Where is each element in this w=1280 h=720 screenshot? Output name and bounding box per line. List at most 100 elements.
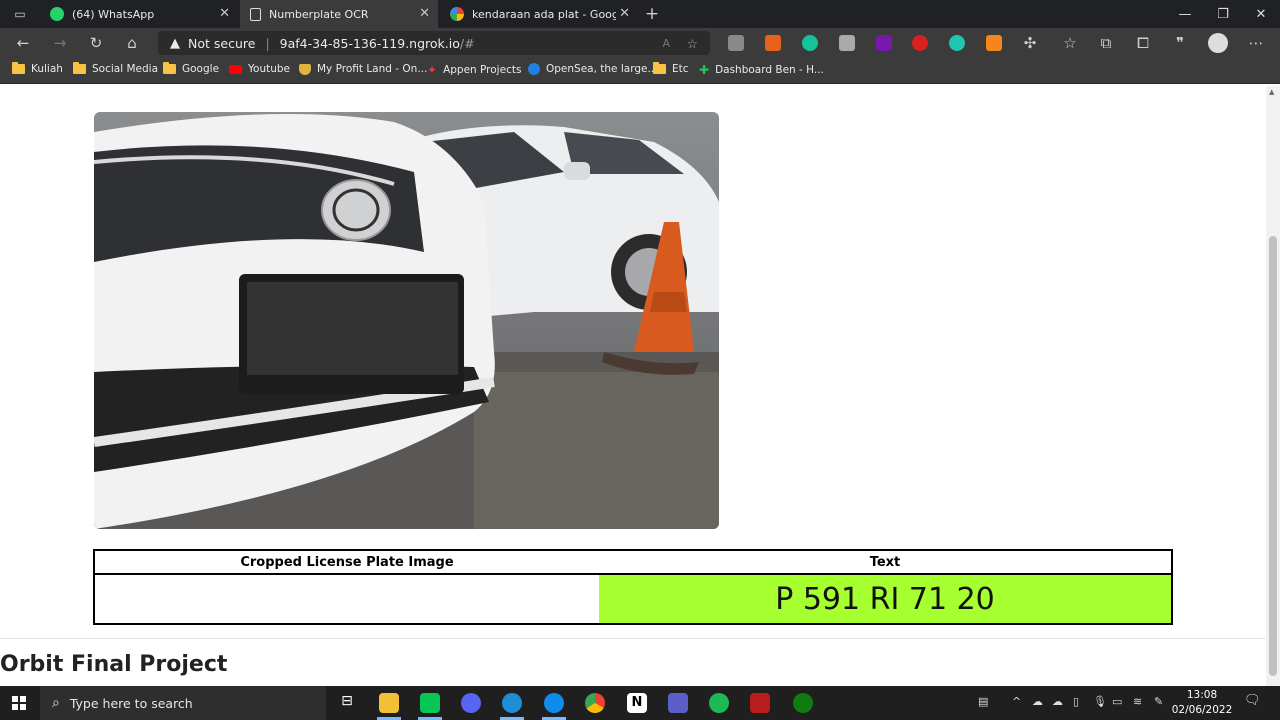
favorites-icon[interactable]: ☆ (1060, 33, 1080, 53)
tab-title: Numberplate OCR (269, 7, 369, 21)
bookmark-my-profit-land[interactable]: My Profit Land - On... (299, 63, 427, 75)
windows-taskbar: ⌕ Type here to search ⊟ N ▤ ^ ☁ ☁ ▯ 🎙 ▭ … (0, 686, 1280, 720)
new-tab-button[interactable]: + (642, 4, 662, 24)
tab-actions-icon[interactable]: ▭ (10, 4, 30, 24)
taskbar-search-box[interactable]: ⌕ Type here to search (40, 686, 326, 720)
page-icon (250, 7, 261, 21)
wifi-icon[interactable]: ≋ (1133, 695, 1142, 708)
web-capture-icon[interactable]: ⧠ (1133, 33, 1153, 53)
taskbar-clock[interactable]: 13:08 02/06/2022 (1170, 688, 1234, 718)
extensions-puzzle-icon[interactable]: ✣ (1020, 33, 1040, 53)
xbox-icon[interactable] (793, 693, 813, 713)
bookmark-dashboard-ben[interactable]: ✚ Dashboard Ben - H... (699, 63, 824, 77)
onenote-icon[interactable] (876, 35, 892, 51)
extension-icon[interactable] (949, 35, 965, 51)
bookmark-opensea[interactable]: OpenSea, the large... (528, 63, 657, 75)
edge-icon[interactable] (544, 693, 564, 713)
bookmark-label: Etc (672, 63, 689, 75)
page-scrollbar[interactable]: ▲ (1266, 86, 1280, 686)
chrome-icon[interactable] (585, 693, 605, 713)
close-window-button[interactable]: ✕ (1242, 0, 1280, 28)
bookmark-label: Google (182, 63, 220, 75)
pen-icon[interactable]: ✎ (1154, 695, 1163, 708)
folder-icon (12, 62, 25, 74)
extension-icon[interactable] (765, 35, 781, 51)
security-label[interactable]: Not secure (188, 36, 255, 51)
maximize-button[interactable]: ❐ (1204, 0, 1242, 28)
back-button[interactable]: ← (13, 33, 33, 53)
bookmark-youtube[interactable]: Youtube (229, 63, 290, 75)
plus-icon: ✚ (699, 63, 710, 77)
collections-icon[interactable]: ⧉ (1096, 33, 1116, 53)
whatsapp-icon (50, 7, 64, 21)
close-tab-icon[interactable]: ✕ (619, 6, 630, 21)
bookmark-label: Kuliah (31, 63, 63, 75)
tab-google-search[interactable]: kendaraan ada plat - Google Sea ✕ (440, 0, 638, 28)
cloud-icon[interactable]: ☁ (1052, 695, 1063, 708)
show-hidden-icons[interactable]: ^ (1012, 695, 1021, 708)
bookmark-kuliah[interactable]: Kuliah (12, 62, 63, 75)
address-separator: | (265, 35, 270, 51)
folder-icon (163, 62, 176, 74)
bookmark-label: Appen Projects (443, 64, 522, 76)
more-menu-icon[interactable]: ⋯ (1246, 33, 1266, 53)
uploaded-car-image (94, 112, 719, 529)
browser-titlebar: ▭ (64) WhatsApp ✕ Numberplate OCR ✕ kend… (0, 0, 1280, 28)
bookmark-label: My Profit Land - On... (317, 63, 428, 75)
task-view-icon[interactable]: ⊟ (337, 693, 357, 713)
extension-icon[interactable] (839, 35, 855, 51)
microphone-icon[interactable]: 🎙 (1093, 695, 1107, 708)
onedrive-icon[interactable]: ☁ (1032, 695, 1043, 708)
grammarly-icon[interactable] (802, 35, 818, 51)
home-button[interactable]: ⌂ (122, 33, 142, 53)
favorite-icon[interactable]: ☆ (687, 36, 698, 51)
warning-icon: ▲ (170, 35, 180, 51)
teams-icon[interactable] (668, 693, 688, 713)
refresh-button[interactable]: ↻ (86, 33, 106, 53)
extension-icon[interactable] (912, 35, 928, 51)
windows-start-icon[interactable] (12, 696, 26, 710)
tab-title: (64) WhatsApp (72, 7, 155, 21)
read-aloud-icon[interactable]: A (662, 37, 670, 50)
browser-toolbar: ← → ↻ ⌂ ▲ Not secure | 9af4-34-85-136-11… (0, 28, 1280, 58)
file-explorer-icon[interactable] (379, 693, 399, 713)
column-header-cropped-image: Cropped License Plate Image (94, 550, 599, 575)
edge-dev-icon[interactable] (502, 693, 522, 713)
shield-icon (299, 63, 311, 75)
notifications-icon[interactable]: 🗨 (1244, 693, 1261, 708)
forward-button[interactable]: → (50, 33, 70, 53)
address-bar[interactable]: ▲ Not secure | 9af4-34-85-136-119.ngrok.… (158, 31, 710, 55)
metamask-icon[interactable] (986, 35, 1002, 51)
discord-icon[interactable] (461, 693, 481, 713)
bookmark-appen-projects[interactable]: ✦ Appen Projects (427, 63, 521, 77)
tab-title: kendaraan ada plat - Google Sea (472, 7, 616, 21)
bookmark-social-media[interactable]: Social Media (73, 62, 159, 75)
news-widget-icon[interactable]: ▤ (978, 695, 988, 708)
bookmark-google[interactable]: Google (163, 62, 220, 75)
close-tab-icon[interactable]: ✕ (419, 6, 430, 21)
footer-title: Orbit Final Project (0, 652, 228, 677)
tab-numberplate-ocr[interactable]: Numberplate OCR ✕ (240, 0, 438, 28)
game-app-icon[interactable] (750, 693, 770, 713)
bookmark-etc[interactable]: Etc (653, 62, 689, 75)
tab-whatsapp[interactable]: (64) WhatsApp ✕ (40, 0, 238, 28)
footer-divider (0, 638, 1266, 639)
device-icon[interactable]: ▯ (1073, 695, 1079, 708)
spotify-icon[interactable] (709, 693, 729, 713)
extension-icon[interactable] (728, 35, 744, 51)
plate-text-cell: P 591 RI 71 20 (599, 574, 1172, 624)
bookmark-label: Dashboard Ben - H... (715, 64, 824, 76)
bookmark-label: Social Media (92, 63, 159, 75)
cropped-plate-cell (94, 574, 599, 624)
scrollbar-thumb[interactable] (1269, 236, 1277, 676)
profile-avatar[interactable] (1208, 33, 1228, 53)
scroll-up-icon[interactable]: ▲ (1269, 88, 1274, 96)
close-tab-icon[interactable]: ✕ (219, 6, 230, 21)
column-header-text: Text (599, 550, 1172, 575)
battery-icon[interactable]: ▭ (1112, 695, 1122, 708)
search-icon: ⌕ (52, 695, 60, 711)
line-app-icon[interactable] (420, 693, 440, 713)
feedback-icon[interactable]: ❞ (1170, 33, 1190, 53)
minimize-button[interactable]: — (1166, 0, 1204, 28)
notion-icon[interactable]: N (627, 693, 647, 713)
